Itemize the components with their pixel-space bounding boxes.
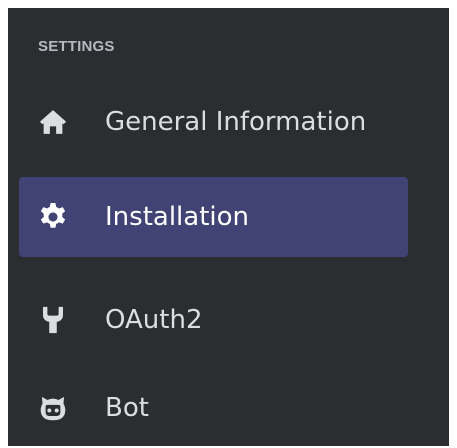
wrench-icon — [35, 302, 71, 338]
sidebar-item-label: OAuth2 — [105, 305, 203, 335]
sidebar-item-label: Installation — [105, 202, 250, 232]
sidebar-item-general-information[interactable]: General Information — [19, 82, 408, 162]
bot-icon — [35, 390, 71, 426]
settings-sidebar: SETTINGS General Information Installatio… — [8, 8, 449, 446]
gear-icon — [35, 199, 71, 235]
sidebar-item-installation[interactable]: Installation — [19, 177, 408, 257]
sidebar-item-label: Bot — [105, 393, 149, 423]
home-icon — [35, 104, 71, 140]
settings-section-header: SETTINGS — [38, 38, 115, 55]
sidebar-item-label: General Information — [105, 107, 367, 137]
sidebar-item-oauth2[interactable]: OAuth2 — [19, 280, 408, 360]
sidebar-item-bot[interactable]: Bot — [19, 368, 408, 448]
